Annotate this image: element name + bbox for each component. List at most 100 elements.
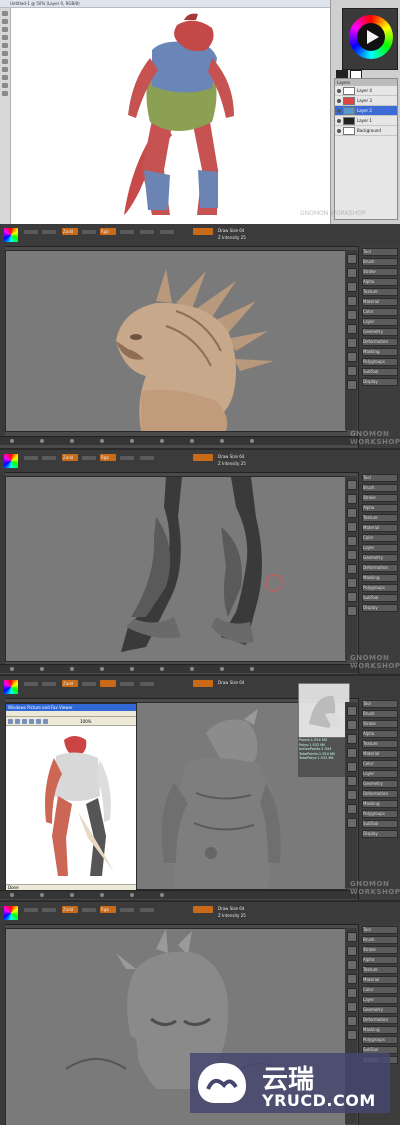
layer-row[interactable]: Layer 2 [335, 106, 397, 116]
layer-row[interactable]: Background [335, 126, 397, 136]
deformation-menu[interactable]: Deformation [362, 790, 398, 798]
move-tool-icon[interactable] [2, 11, 8, 16]
persp-icon[interactable] [347, 310, 357, 320]
material-menu[interactable]: Material [362, 976, 398, 984]
polygroups-menu[interactable]: Polygroups [362, 1036, 398, 1044]
floor-icon[interactable] [347, 776, 357, 786]
move-icon[interactable] [347, 352, 357, 362]
display-menu[interactable]: Display [362, 604, 398, 612]
marquee-tool-icon[interactable] [2, 19, 8, 24]
standard-brush-button[interactable] [193, 228, 213, 235]
stroke-menu[interactable]: Stroke [362, 946, 398, 954]
color-picker-icon[interactable] [4, 906, 18, 920]
picture-viewer-window[interactable]: Windows Picture and Fax Viewer 100% Done [5, 703, 137, 891]
persp-icon[interactable] [347, 988, 357, 998]
polygroups-menu[interactable]: Polygroups [362, 810, 398, 818]
layer-row[interactable]: Layer 1 [335, 116, 397, 126]
eye-icon[interactable] [337, 98, 341, 103]
text-tool-icon[interactable] [2, 75, 8, 80]
texture-menu[interactable]: Texture [362, 514, 398, 522]
display-menu[interactable]: Display [362, 378, 398, 386]
gradient-tool-icon[interactable] [2, 59, 8, 64]
zoom-tool-icon[interactable] [2, 91, 8, 96]
eye-icon[interactable] [337, 88, 341, 93]
standard-brush-button[interactable] [193, 906, 213, 913]
deformation-menu[interactable]: Deformation [362, 564, 398, 572]
frame-icon[interactable] [347, 1016, 357, 1026]
draw-size-slider[interactable]: Draw Size 64 [218, 454, 244, 459]
scroll-icon[interactable] [347, 720, 357, 730]
brush-tool-icon[interactable] [2, 43, 8, 48]
tool-menu[interactable]: Tool [362, 700, 398, 708]
frame-icon[interactable] [347, 564, 357, 574]
masking-menu[interactable]: Masking [362, 800, 398, 808]
persp-icon[interactable] [347, 536, 357, 546]
rgb-button[interactable]: Rgb [100, 228, 116, 235]
draw-size-slider[interactable]: Draw Size 64 [218, 228, 244, 233]
deformation-menu[interactable]: Deformation [362, 1016, 398, 1024]
geometry-menu[interactable]: Geometry [362, 554, 398, 562]
floor-icon[interactable] [347, 324, 357, 334]
material-menu[interactable]: Material [362, 750, 398, 758]
stroke-menu[interactable]: Stroke [362, 720, 398, 728]
subtool-menu[interactable]: SubTool [362, 594, 398, 602]
zoom-icon[interactable] [347, 508, 357, 518]
color-menu[interactable]: Color [362, 308, 398, 316]
display-menu[interactable]: Display [362, 830, 398, 838]
brush-menu[interactable]: Brush [362, 710, 398, 718]
masking-menu[interactable]: Masking [362, 348, 398, 356]
back-icon[interactable] [8, 718, 13, 724]
masking-menu[interactable]: Masking [362, 1026, 398, 1034]
zoom-icon[interactable] [347, 734, 357, 744]
tool-menu[interactable]: Tool [362, 474, 398, 482]
eye-icon[interactable] [337, 118, 341, 123]
zadd-button[interactable]: Zadd [62, 454, 78, 461]
tool-menu[interactable]: Tool [362, 248, 398, 256]
alpha-menu[interactable]: Alpha [362, 278, 398, 286]
rotate-icon[interactable] [347, 380, 357, 390]
zoom-icon[interactable] [347, 960, 357, 970]
actual-icon[interactable] [347, 296, 357, 306]
tool-menu[interactable]: Tool [362, 926, 398, 934]
geometry-menu[interactable]: Geometry [362, 1006, 398, 1014]
eye-icon[interactable] [337, 108, 341, 113]
color-wheel-icon[interactable] [349, 15, 393, 59]
bpr-icon[interactable] [347, 932, 357, 942]
hand-tool-icon[interactable] [2, 83, 8, 88]
zb-viewport[interactable] [5, 476, 347, 662]
bpr-icon[interactable] [347, 706, 357, 716]
floor-icon[interactable] [347, 550, 357, 560]
texture-menu[interactable]: Texture [362, 288, 398, 296]
actual-icon[interactable] [347, 974, 357, 984]
zadd-button[interactable]: Zadd [62, 228, 78, 235]
move-icon[interactable] [347, 578, 357, 588]
texture-menu[interactable]: Texture [362, 966, 398, 974]
ps-canvas[interactable] [12, 10, 330, 224]
subtool-menu[interactable]: SubTool [362, 820, 398, 828]
brush-menu[interactable]: Brush [362, 484, 398, 492]
texture-menu[interactable]: Texture [362, 740, 398, 748]
zb-viewport[interactable] [5, 250, 347, 432]
layer-menu[interactable]: Layer [362, 544, 398, 552]
polygroups-menu[interactable]: Polygroups [362, 584, 398, 592]
layer-row[interactable]: Layer 3 [335, 96, 397, 106]
scroll-icon[interactable] [347, 946, 357, 956]
rgb-button[interactable]: Rgb [100, 906, 116, 913]
frame-icon[interactable] [347, 338, 357, 348]
eraser-tool-icon[interactable] [2, 51, 8, 56]
subtool-menu[interactable]: SubTool [362, 368, 398, 376]
bpr-icon[interactable] [347, 480, 357, 490]
material-menu[interactable]: Material [362, 524, 398, 532]
actual-icon[interactable] [347, 522, 357, 532]
zadd-button[interactable]: Zadd [62, 680, 78, 687]
crop-tool-icon[interactable] [2, 35, 8, 40]
print-icon[interactable] [43, 718, 48, 724]
rgb-button[interactable] [100, 680, 116, 687]
scale-icon[interactable] [347, 592, 357, 602]
alpha-menu[interactable]: Alpha [362, 504, 398, 512]
standard-brush-button[interactable] [193, 680, 213, 687]
move-icon[interactable] [347, 804, 357, 814]
standard-brush-button[interactable] [193, 454, 213, 461]
polygroups-menu[interactable]: Polygroups [362, 358, 398, 366]
geometry-menu[interactable]: Geometry [362, 780, 398, 788]
